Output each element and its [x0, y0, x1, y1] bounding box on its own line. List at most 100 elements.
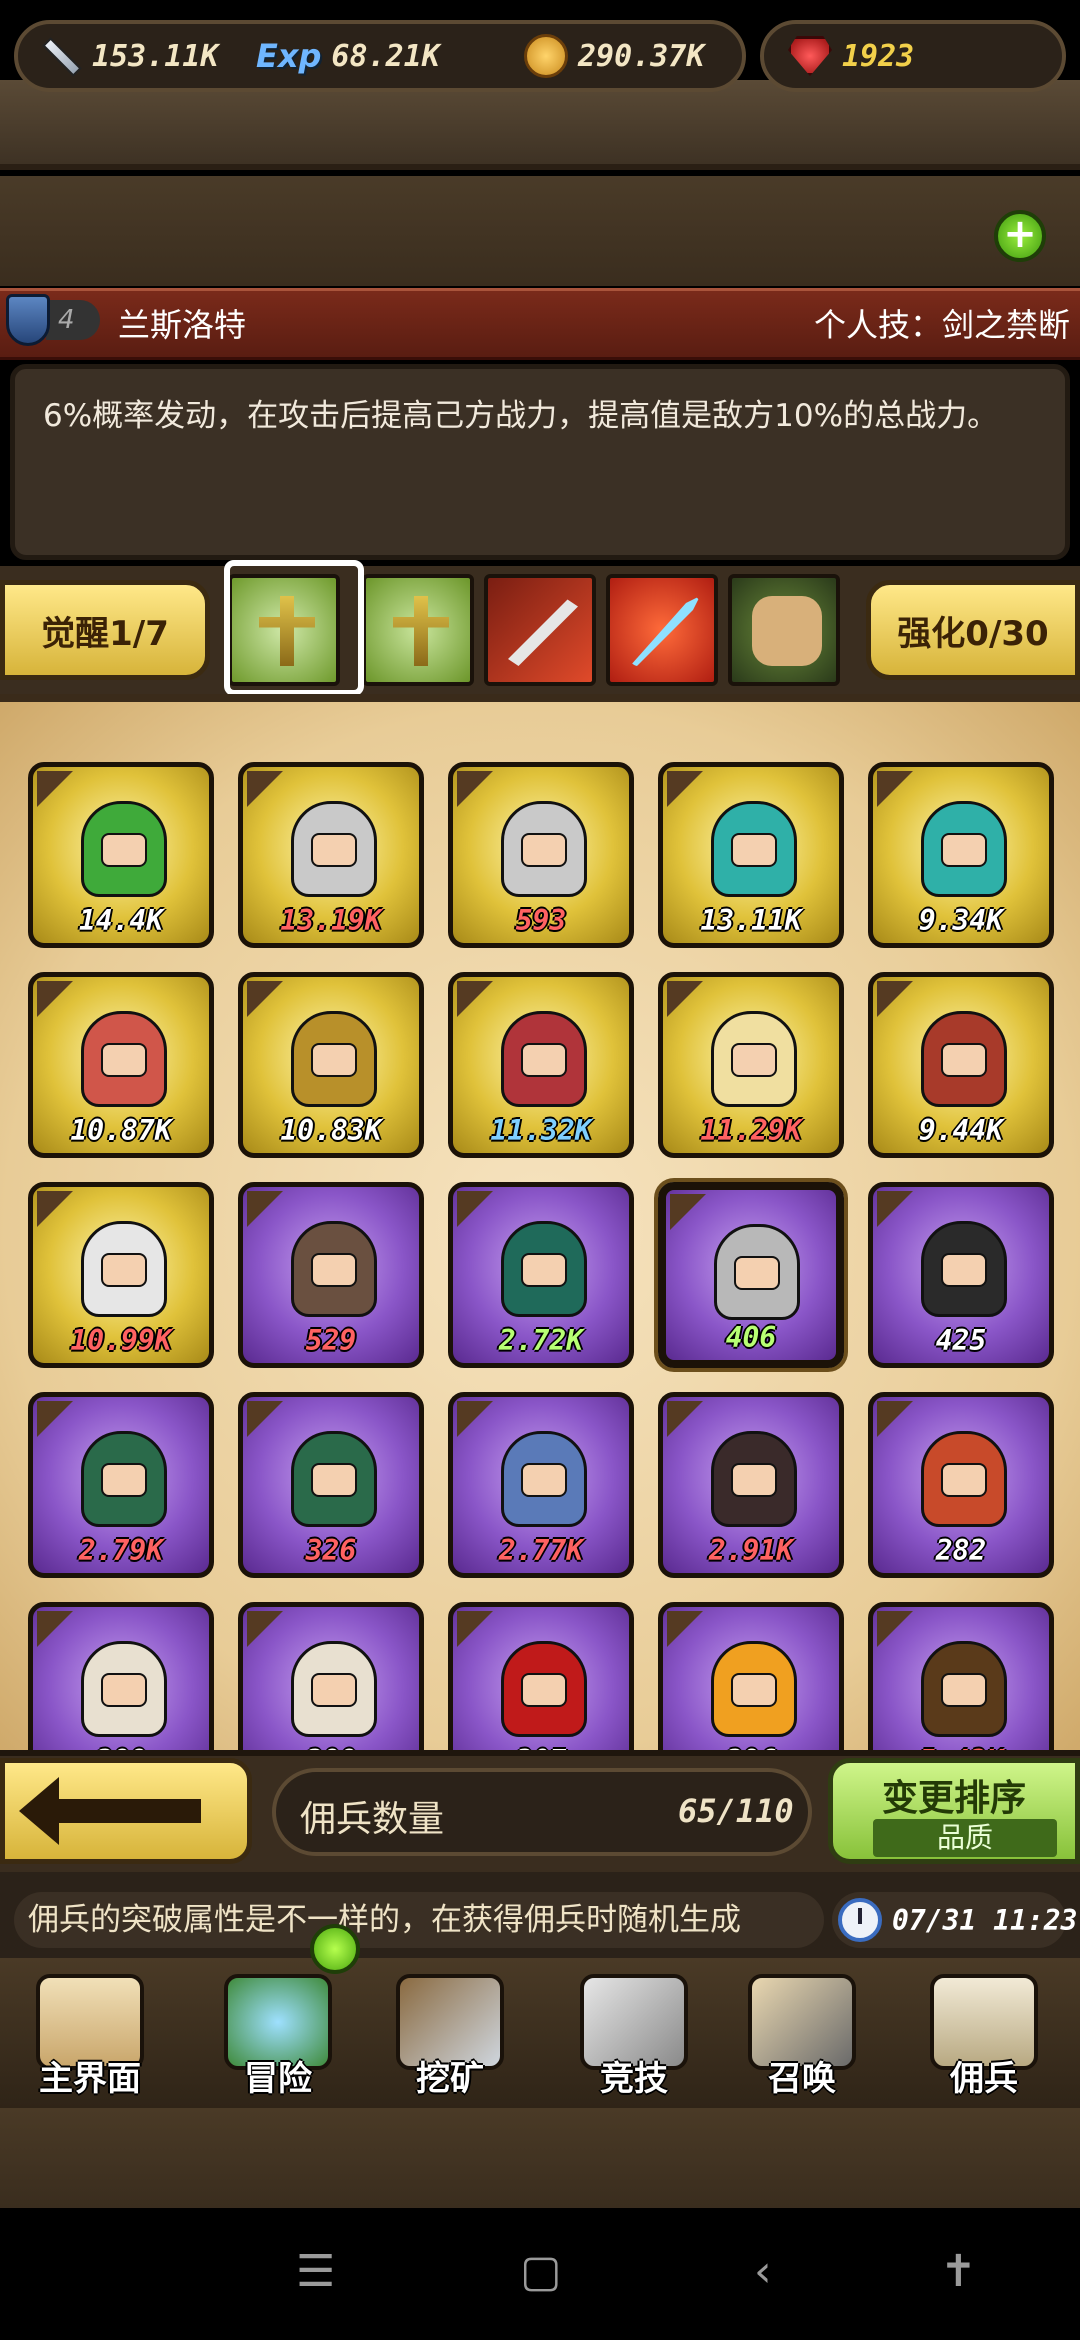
exp-resource: Exp 68.21K	[256, 26, 440, 86]
mercenary-card[interactable]: 288	[28, 1602, 214, 1754]
exp-icon: Exp	[256, 37, 322, 75]
nav-arena[interactable]: 竞技	[546, 1958, 722, 2108]
mercenary-card[interactable]: 5.42K	[868, 1602, 1054, 1754]
weapon-tag-icon	[877, 981, 913, 1017]
mercenary-card[interactable]: 10.83K	[238, 972, 424, 1158]
gem-resource: 1923	[788, 26, 914, 86]
hero-level: 4	[46, 300, 100, 340]
mercenary-card[interactable]: 11.29K	[658, 972, 844, 1158]
weapon-tag-icon	[247, 1611, 283, 1647]
nav-summon[interactable]: 召唤	[714, 1958, 890, 2108]
skill-slot-5[interactable]	[728, 574, 840, 686]
mercenary-power: 11.32K	[490, 1114, 592, 1147]
mercenary-card[interactable]: 2.91K	[658, 1392, 844, 1578]
hero-face	[941, 1463, 987, 1497]
mercenary-card[interactable]: 2.79K	[28, 1392, 214, 1578]
weapon-tag-icon	[37, 1401, 73, 1437]
sort-title: 变更排序	[881, 1778, 1026, 1819]
sword-icon	[630, 596, 700, 666]
mercenary-power: 2.77K	[498, 1534, 584, 1567]
weapon-tag-icon	[247, 1191, 283, 1227]
add-gems-button[interactable]: +	[994, 210, 1046, 262]
sort-button[interactable]: 变更排序 品质	[828, 1758, 1080, 1864]
weapon-tag-icon	[457, 981, 493, 1017]
hero-face	[521, 1673, 567, 1707]
mercenary-card[interactable]: 10.87K	[28, 972, 214, 1158]
skill-slot-2[interactable]	[362, 574, 474, 686]
weapon-tag-icon	[877, 1401, 913, 1437]
hero-face	[311, 1673, 357, 1707]
skill-slot-4[interactable]	[606, 574, 718, 686]
skill-title: 个人技：剑之禁断	[813, 306, 1070, 344]
mercenary-card[interactable]: 10.99K	[28, 1182, 214, 1368]
mercenary-card[interactable]: 282	[868, 1392, 1054, 1578]
nav-adventure-label: 冒险	[244, 2059, 312, 2099]
mercenary-card[interactable]: 288	[238, 1602, 424, 1754]
mercenary-card[interactable]: 425	[868, 1182, 1054, 1368]
hero-face	[941, 1253, 987, 1287]
mercenary-card[interactable]: 14.4K	[28, 762, 214, 948]
mercenary-card[interactable]: 9.34K	[868, 762, 1054, 948]
mercenary-card[interactable]: 9.44K	[868, 972, 1054, 1158]
weapon-tag-icon	[667, 981, 703, 1017]
accessibility-icon[interactable]: ✝	[940, 2246, 977, 2297]
weapon-tag-icon	[247, 981, 283, 1017]
cross-icon	[393, 596, 449, 666]
mercenary-card[interactable]: 593	[448, 762, 634, 948]
nav-mining[interactable]: 挖矿	[362, 1958, 538, 2108]
nav-main[interactable]: 主界面	[2, 1958, 178, 2108]
awaken-button[interactable]: 觉醒1/7	[0, 580, 210, 680]
top-wall	[0, 80, 1080, 170]
mercenary-card[interactable]: 406	[658, 1182, 844, 1368]
clock-icon	[838, 1898, 882, 1942]
datetime-text: 07/31 11:23	[892, 1904, 1078, 1937]
hero-name: 兰斯洛特	[118, 306, 247, 344]
tip-text: 佣兵的突破属性是不一样的，在获得佣兵时随机生成	[14, 1892, 824, 1948]
mercenary-card[interactable]: 13.19K	[238, 762, 424, 948]
hero-face	[101, 1463, 147, 1497]
mercenary-card[interactable]: 326	[238, 1392, 424, 1578]
back-button[interactable]	[0, 1758, 252, 1864]
nav-summon-label: 召唤	[768, 2059, 836, 2099]
hero-face	[311, 1463, 357, 1497]
back-icon[interactable]: ‹	[754, 2246, 772, 2297]
mercenary-power: 2.72K	[498, 1324, 584, 1357]
weapon-tag-icon	[37, 1191, 73, 1227]
weapon-tag-icon	[37, 771, 73, 807]
gem-icon	[788, 36, 832, 76]
sword-icon	[36, 33, 82, 79]
weapon-tag-icon	[667, 1401, 703, 1437]
weapon-tag-icon	[247, 1401, 283, 1437]
nav-mercenary-label: 佣兵	[950, 2059, 1018, 2099]
hero-face	[941, 833, 987, 867]
mercenary-card[interactable]: 2.72K	[448, 1182, 634, 1368]
weapon-tag-icon	[667, 771, 703, 807]
mercenary-power: 593	[515, 904, 567, 937]
gem-value: 1923	[842, 38, 915, 74]
enhance-button[interactable]: 强化0/30	[866, 580, 1080, 680]
mercenary-card[interactable]: 11.32K	[448, 972, 634, 1158]
skill-slot-3[interactable]	[484, 574, 596, 686]
mercenary-card[interactable]: 2.77K	[448, 1392, 634, 1578]
resource-bar	[0, 176, 1080, 286]
lower-wall	[0, 2108, 1080, 2208]
home-icon[interactable]: ▢	[520, 2246, 562, 2297]
hero-face	[731, 1673, 777, 1707]
mercenary-count-value: 65/110	[678, 1792, 794, 1830]
mercenary-card[interactable]: 307	[448, 1602, 634, 1754]
hero-face	[311, 1043, 357, 1077]
menu-icon[interactable]: ☰	[296, 2246, 335, 2297]
hero-face	[101, 1253, 147, 1287]
nav-mercenary[interactable]: 佣兵	[896, 1958, 1072, 2108]
mercenary-card[interactable]: 529	[238, 1182, 424, 1368]
mercenary-power: 10.99K	[70, 1324, 172, 1357]
hero-face	[941, 1673, 987, 1707]
mercenary-power: 13.19K	[280, 904, 382, 937]
mercenary-power: 9.44K	[918, 1114, 1004, 1147]
exp-value: 68.21K	[331, 38, 440, 74]
nav-adventure[interactable]: 冒险	[190, 1958, 366, 2108]
hero-face	[731, 833, 777, 867]
mercenary-card[interactable]: 296	[658, 1602, 844, 1754]
hero-face	[734, 1256, 780, 1290]
mercenary-card[interactable]: 13.11K	[658, 762, 844, 948]
